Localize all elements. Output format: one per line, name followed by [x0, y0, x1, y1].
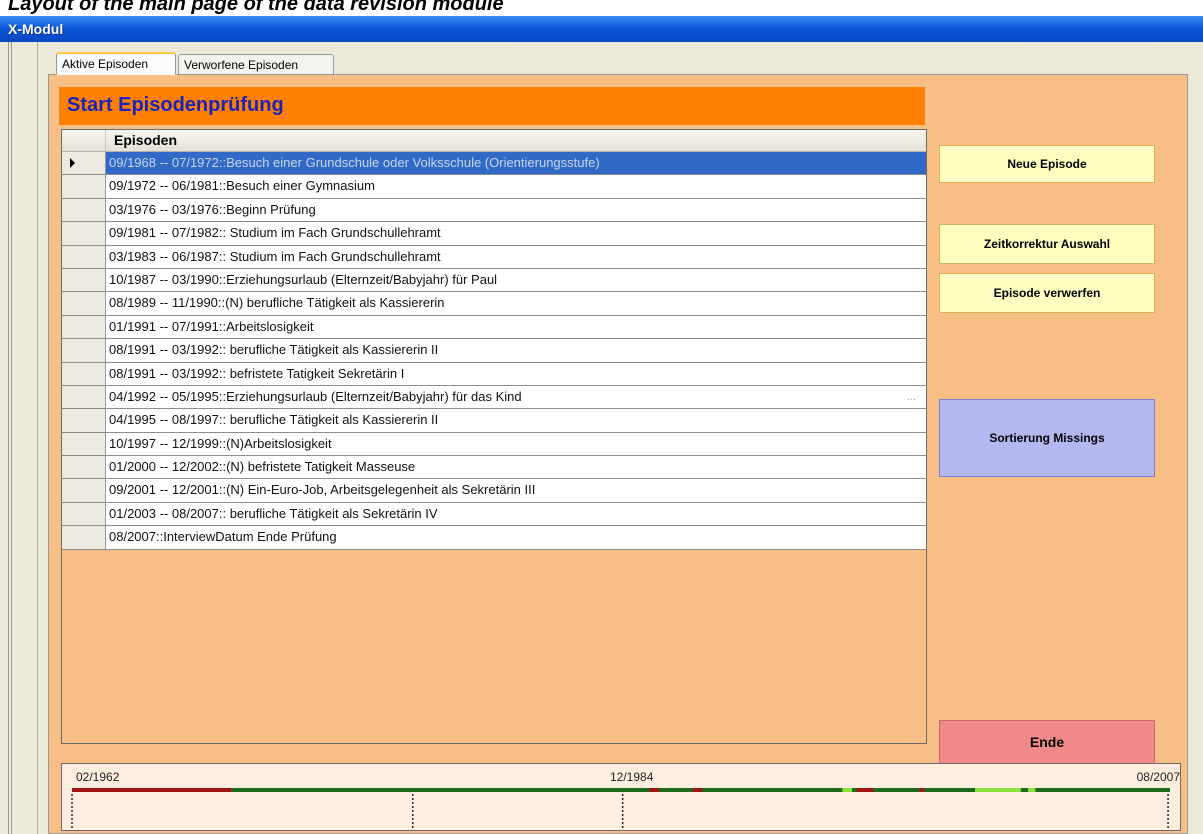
timeline-segment: [231, 788, 867, 792]
table-row[interactable]: 04/1992 -- 05/1995::Erziehungsurlaub (El…: [62, 385, 926, 410]
episode-cell[interactable]: 04/1992 -- 05/1995::Erziehungsurlaub (El…: [106, 385, 926, 409]
episode-cell[interactable]: 09/1968 -- 07/1972::Besuch einer Grundsc…: [106, 152, 926, 175]
episode-cell[interactable]: 04/1995 -- 08/1997:: berufliche Tätigkei…: [106, 409, 926, 432]
episode-cell[interactable]: 10/1987 -- 03/1990::Erziehungsurlaub (El…: [106, 268, 926, 292]
row-header[interactable]: [62, 432, 106, 456]
timeline-bar: [71, 788, 1170, 828]
zeitkorrektur-auswahl-button[interactable]: Zeitkorrektur Auswahl: [939, 224, 1155, 264]
row-header[interactable]: [62, 456, 106, 479]
table-row[interactable]: 09/2001 -- 12/2001::(N) Ein-Euro-Job, Ar…: [62, 479, 926, 503]
episode-cell[interactable]: 01/2000 -- 12/2002::(N) befristete Tatig…: [106, 456, 926, 479]
row-header[interactable]: [62, 479, 106, 502]
table-row[interactable]: 03/1983 -- 06/1987:: Studium im Fach Gru…: [62, 245, 926, 269]
row-header[interactable]: [62, 152, 106, 175]
episode-cell[interactable]: 08/1989 -- 11/1990::(N) berufliche Tätig…: [106, 292, 926, 315]
table-row[interactable]: 09/1981 -- 07/1982:: Studium im Fach Gru…: [62, 222, 926, 246]
table-row[interactable]: 10/1997 -- 12/1999::(N)Arbeitslosigkeit: [62, 432, 926, 457]
row-header[interactable]: [62, 198, 106, 222]
timeline-segment: [72, 788, 232, 792]
episode-verwerfen-button[interactable]: Episode verwerfen: [939, 273, 1155, 313]
row-header[interactable]: [62, 362, 106, 385]
table-row[interactable]: 09/1968 -- 07/1972::Besuch einer Grundsc…: [62, 152, 926, 176]
episode-cell[interactable]: 08/1991 -- 03/1992:: befristete Tatigkei…: [106, 362, 926, 385]
episode-grid[interactable]: Episoden 09/1968 -- 07/1972::Besuch eine…: [61, 129, 927, 744]
episode-cell[interactable]: 09/1981 -- 07/1982:: Studium im Fach Gru…: [106, 222, 926, 245]
table-row[interactable]: 08/1989 -- 11/1990::(N) berufliche Tätig…: [62, 292, 926, 316]
row-header[interactable]: [62, 315, 106, 339]
table-row[interactable]: 10/1987 -- 03/1990::Erziehungsurlaub (El…: [62, 268, 926, 293]
table-row[interactable]: 08/2007::InterviewDatum Ende Prüfung: [62, 526, 926, 550]
episode-cell[interactable]: 10/1997 -- 12/1999::(N)Arbeitslosigkeit: [106, 432, 926, 456]
episode-cell[interactable]: 09/1972 -- 06/1981::Besuch einer Gymnasi…: [106, 175, 926, 198]
neue-episode-button[interactable]: Neue Episode: [939, 145, 1155, 183]
episode-cell[interactable]: 01/1991 -- 07/1991::Arbeitslosigkeit: [106, 315, 926, 339]
row-header[interactable]: [62, 292, 106, 315]
table-row[interactable]: 04/1995 -- 08/1997:: berufliche Tätigkei…: [62, 409, 926, 433]
table-row[interactable]: 01/1991 -- 07/1991::Arbeitslosigkeit: [62, 315, 926, 340]
episode-cell[interactable]: 08/2007::InterviewDatum Ende Prüfung: [106, 526, 926, 549]
episode-cell[interactable]: 03/1983 -- 06/1987:: Studium im Fach Gru…: [106, 245, 926, 268]
tab-aktive-episoden[interactable]: Aktive Episoden: [56, 52, 176, 75]
sortierung-missings-button[interactable]: Sortierung Missings: [939, 399, 1155, 477]
current-row-pointer-icon: [70, 158, 75, 168]
window-title: X-Modul: [8, 21, 64, 37]
episode-timeline: 02/1962 12/1984 08/2007: [61, 763, 1181, 831]
document-caption: Layout of the main page of the data revi…: [8, 0, 504, 15]
timeline-segment: [1035, 788, 1170, 792]
episode-cell[interactable]: 08/1991 -- 03/1992:: berufliche Tätigkei…: [106, 339, 926, 362]
row-header[interactable]: [62, 409, 106, 432]
table-row[interactable]: 09/1972 -- 06/1981::Besuch einer Gymnasi…: [62, 175, 926, 199]
episode-cell[interactable]: 01/2003 -- 08/2007:: berufliche Tätigkei…: [106, 502, 926, 526]
column-header-episoden[interactable]: Episoden: [114, 130, 177, 151]
episode-cell[interactable]: 03/1976 -- 03/1976::Beginn Prüfung: [106, 198, 926, 222]
timeline-marker: [692, 788, 703, 792]
timeline-marker: [1020, 788, 1029, 792]
table-row[interactable]: 01/2000 -- 12/2002::(N) befristete Tatig…: [62, 456, 926, 480]
page-title: Start Episodenprüfung: [59, 87, 925, 125]
table-row[interactable]: 01/2003 -- 08/2007:: berufliche Tätigkei…: [62, 502, 926, 527]
ende-button[interactable]: Ende: [939, 720, 1155, 764]
table-row[interactable]: 08/1991 -- 03/1992:: befristete Tatigkei…: [62, 362, 926, 386]
window-titlebar[interactable]: X-Modul: [0, 16, 1203, 42]
tab-panel: Start Episodenprüfung Episoden 09/1968 -…: [48, 74, 1188, 834]
row-header[interactable]: [62, 526, 106, 549]
row-header-corner[interactable]: [62, 130, 106, 151]
timeline-marker: [856, 788, 874, 792]
timeline-marker: [649, 788, 659, 792]
tab-verworfene-episoden[interactable]: Verworfene Episoden: [178, 54, 334, 74]
cell-overflow-ellipsis: ...: [906, 390, 916, 403]
side-splitter[interactable]: [8, 42, 38, 834]
row-header[interactable]: [62, 502, 106, 526]
timeline-marker: [842, 788, 852, 792]
table-row[interactable]: 08/1991 -- 03/1992:: berufliche Tätigkei…: [62, 339, 926, 363]
grid-rows: 09/1968 -- 07/1972::Besuch einer Grundsc…: [62, 152, 926, 550]
timeline-marker: [919, 788, 925, 792]
row-header[interactable]: [62, 385, 106, 409]
row-header[interactable]: [62, 268, 106, 292]
app-window: X-Modul Aktive Episoden Verworfene Episo…: [0, 16, 1203, 834]
row-header[interactable]: [62, 175, 106, 198]
grid-header: Episoden: [62, 130, 926, 152]
row-header[interactable]: [62, 339, 106, 362]
row-header[interactable]: [62, 222, 106, 245]
episode-cell[interactable]: 09/2001 -- 12/2001::(N) Ein-Euro-Job, Ar…: [106, 479, 926, 502]
table-row[interactable]: 03/1976 -- 03/1976::Beginn Prüfung: [62, 198, 926, 223]
row-header[interactable]: [62, 245, 106, 268]
